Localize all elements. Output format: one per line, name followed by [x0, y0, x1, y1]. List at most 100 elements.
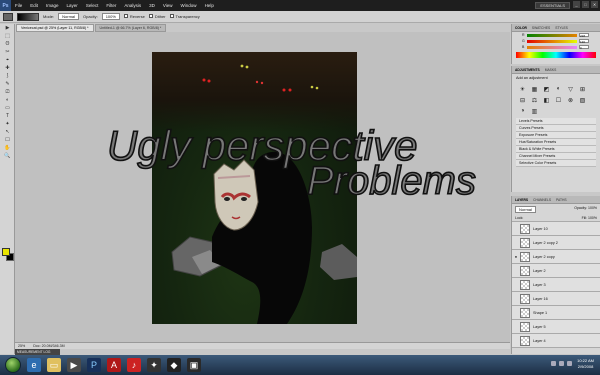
zoom-level[interactable]: 25%: [18, 344, 25, 348]
invert-icon[interactable]: ⊗: [566, 96, 575, 104]
tray-icon[interactable]: [567, 361, 572, 366]
exposure-icon[interactable]: ◐: [554, 85, 563, 93]
reverse-option[interactable]: Reverse: [123, 14, 145, 19]
preset-channel-mixer[interactable]: Channel Mixer Presets: [516, 153, 596, 160]
threshold-icon[interactable]: ◑: [518, 107, 527, 115]
color-spectrum[interactable]: [516, 52, 596, 58]
gradient-tool-icon[interactable]: ◐: [2, 97, 13, 104]
brush-tool-icon[interactable]: ⟆: [2, 73, 13, 80]
hand-tool-icon[interactable]: ✋: [2, 145, 13, 152]
tab-masks[interactable]: MASKS: [545, 68, 557, 72]
folder-icon[interactable]: ▭: [47, 358, 61, 372]
photoshop-taskbar-icon[interactable]: P: [87, 358, 101, 372]
game-icon[interactable]: ◆: [167, 358, 181, 372]
menu-image[interactable]: Image: [46, 3, 59, 8]
hue-saturation-icon[interactable]: ⊞: [578, 85, 587, 93]
layer-row[interactable]: ● Layer 2 copy: [512, 250, 600, 264]
preset-selective-color[interactable]: Selective Color Presets: [516, 160, 596, 167]
layer-row[interactable]: Shape 1: [512, 306, 600, 320]
mode-select[interactable]: Normal: [58, 13, 80, 20]
menu-window[interactable]: Window: [181, 3, 197, 8]
menu-analysis[interactable]: Analysis: [124, 3, 141, 8]
healing-tool-icon[interactable]: ✚: [2, 65, 13, 72]
vibrance-icon[interactable]: ▽: [566, 85, 575, 93]
red-slider[interactable]: [527, 33, 577, 37]
blue-slider[interactable]: [527, 45, 577, 49]
menu-3d[interactable]: 3D: [149, 3, 155, 8]
marquee-tool-icon[interactable]: ⬚: [2, 33, 13, 40]
green-value[interactable]: 130: [579, 39, 589, 44]
layer-fill[interactable]: Fill: 100%: [582, 216, 597, 220]
curves-icon[interactable]: ◩: [542, 85, 551, 93]
layer-row[interactable]: Layer 2: [512, 264, 600, 278]
crop-tool-icon[interactable]: ✂: [2, 49, 13, 56]
close-button[interactable]: ✕: [591, 1, 598, 8]
type-tool-icon[interactable]: T: [2, 113, 13, 120]
minimize-button[interactable]: _: [573, 1, 580, 8]
app-icon[interactable]: ▣: [187, 358, 201, 372]
layer-row[interactable]: Layer 3: [512, 278, 600, 292]
tray-icon[interactable]: [559, 361, 564, 366]
color-balance-icon[interactable]: ⊟: [518, 96, 527, 104]
tab-channels[interactable]: CHANNELS: [533, 198, 551, 202]
photo-filter-icon[interactable]: ◧: [542, 96, 551, 104]
red-value[interactable]: 228: [579, 33, 589, 38]
levels-icon[interactable]: ▦: [530, 85, 539, 93]
layer-row[interactable]: Layer 4: [512, 334, 600, 348]
channel-mixer-icon[interactable]: ☐: [554, 96, 563, 104]
preset-black-white[interactable]: Black & White Presets: [516, 146, 596, 153]
gradient-picker[interactable]: [17, 12, 39, 21]
tab-paths[interactable]: PATHS: [556, 198, 567, 202]
canvas[interactable]: [152, 52, 357, 324]
layer-row[interactable]: Layer 10: [512, 222, 600, 236]
menu-layer[interactable]: Layer: [67, 3, 78, 8]
blend-mode-select[interactable]: Normal: [515, 206, 536, 213]
acrobat-icon[interactable]: A: [107, 358, 121, 372]
preset-levels[interactable]: Levels Presets: [516, 118, 596, 125]
opacity-input[interactable]: 100%: [101, 13, 120, 20]
tab-adjustments[interactable]: ADJUSTMENTS: [515, 68, 540, 72]
menu-view[interactable]: View: [163, 3, 173, 8]
gradient-preview[interactable]: [3, 12, 13, 21]
workspace-switcher[interactable]: ESSENTIALS: [535, 2, 570, 9]
layer-row[interactable]: Layer 16: [512, 292, 600, 306]
dodge-tool-icon[interactable]: ▭: [2, 105, 13, 112]
foreground-color-swatch[interactable]: [2, 248, 10, 256]
clone-tool-icon[interactable]: ✎: [2, 81, 13, 88]
dither-option[interactable]: Dither: [148, 14, 166, 19]
preset-hue-saturation[interactable]: Hue/Saturation Presets: [516, 139, 596, 146]
posterize-icon[interactable]: ▧: [578, 96, 587, 104]
path-select-tool-icon[interactable]: ↖: [2, 129, 13, 136]
eraser-tool-icon[interactable]: ⎚: [2, 89, 13, 96]
menu-file[interactable]: File: [15, 3, 22, 8]
itunes-icon[interactable]: ♪: [127, 358, 141, 372]
app-icon[interactable]: ✦: [147, 358, 161, 372]
zoom-tool-icon[interactable]: 🔍: [2, 153, 13, 160]
ie-icon[interactable]: e: [27, 358, 41, 372]
eye-icon[interactable]: ●: [512, 254, 520, 259]
pen-tool-icon[interactable]: ✦: [2, 121, 13, 128]
tab-untitled-1[interactable]: Untitled-1 @ 66.7% (Layer 6, RGB/8) *: [94, 24, 167, 32]
green-slider[interactable]: [527, 39, 577, 43]
move-tool-icon[interactable]: ▶: [2, 25, 13, 32]
start-button[interactable]: [5, 357, 21, 373]
tab-swatches[interactable]: SWATCHES: [532, 26, 550, 30]
reverse-checkbox[interactable]: [123, 14, 128, 18]
lasso-tool-icon[interactable]: ʘ: [2, 41, 13, 48]
shape-tool-icon[interactable]: ☐: [2, 137, 13, 144]
clock[interactable]: 10:22 AM 2/9/2008: [577, 358, 594, 370]
menu-select[interactable]: Select: [86, 3, 99, 8]
black-white-icon[interactable]: ⚖: [530, 96, 539, 104]
brightness-icon[interactable]: ☀: [518, 85, 527, 93]
tab-styles[interactable]: STYLES: [555, 26, 568, 30]
tab-color[interactable]: COLOR: [515, 26, 527, 30]
menu-filter[interactable]: Filter: [106, 3, 116, 8]
menu-edit[interactable]: Edit: [30, 3, 38, 8]
preset-exposure[interactable]: Exposure Presets: [516, 132, 596, 139]
dither-checkbox[interactable]: [148, 14, 153, 18]
transparency-option[interactable]: Transparency: [169, 14, 200, 19]
blue-value[interactable]: 0: [579, 45, 589, 50]
layer-row[interactable]: Layer 5: [512, 320, 600, 334]
tab-venicecat[interactable]: Venicecat.psd @ 25% (Layer 11, RGB/8) *: [16, 24, 94, 32]
tray-icon[interactable]: [551, 361, 556, 366]
